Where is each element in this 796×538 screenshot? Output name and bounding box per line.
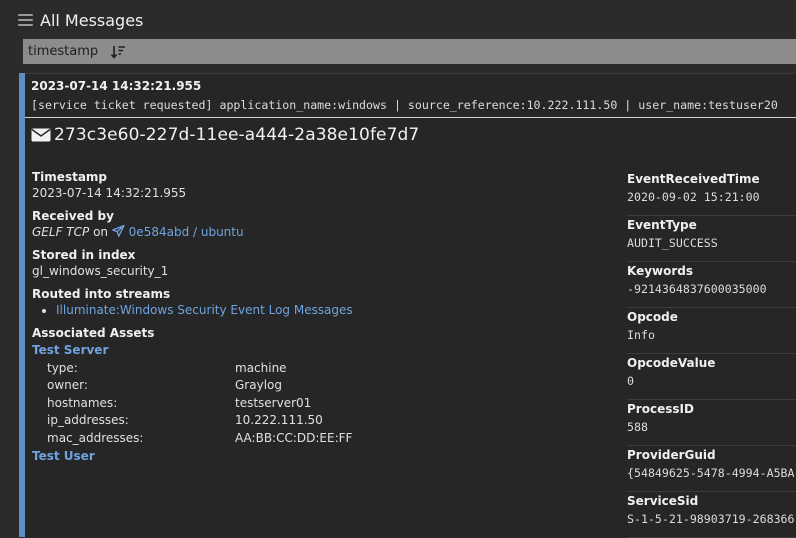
assets-label: Associated Assets bbox=[32, 326, 155, 340]
asset-field-key: hostnames: bbox=[47, 395, 118, 410]
received-by-label: Received by bbox=[32, 209, 114, 223]
field-name: ProcessID bbox=[627, 402, 694, 416]
timestamp-value: 2023-07-14 14:32:21.955 bbox=[32, 186, 187, 200]
message-details: Timestamp 2023-07-14 14:32:21.955 Receiv… bbox=[32, 170, 612, 463]
field-item[interactable]: ServiceSid S-1-5-21-98903719-268366 bbox=[627, 492, 796, 538]
field-value: Info bbox=[627, 328, 655, 342]
sort-field-label[interactable]: timestamp bbox=[28, 44, 98, 59]
field-name: EventReceivedTime bbox=[627, 172, 760, 186]
field-item[interactable]: Opcode Info bbox=[627, 308, 796, 354]
sort-descending-icon[interactable] bbox=[110, 45, 126, 59]
index-value: gl_windows_security_1 bbox=[32, 264, 169, 278]
message-summary-text: [service ticket requested] application_n… bbox=[31, 98, 778, 112]
asset-field-value: Graylog bbox=[235, 378, 282, 393]
field-value: S-1-5-21-98903719-268366 bbox=[627, 512, 795, 526]
field-name: EventType bbox=[627, 218, 697, 232]
asset-field-value: AA:BB:CC:DD:EE:FF bbox=[235, 430, 353, 445]
asset-field-value: testserver01 bbox=[235, 395, 312, 410]
node-link[interactable]: 0e584abd / ubuntu bbox=[129, 225, 244, 239]
asset-fields: type: machine owner: Graylog hostnames: tes… bbox=[47, 359, 612, 447]
field-item[interactable]: OpcodeValue 0 bbox=[627, 354, 796, 400]
index-label: Stored in index bbox=[32, 248, 136, 262]
message-fields: EventReceivedTime 2020-09-02 15:21:00 Eve… bbox=[627, 170, 796, 538]
field-item[interactable]: ProcessID 588 bbox=[627, 400, 796, 446]
field-value: AUDIT_SUCCESS bbox=[627, 236, 718, 250]
streams-label: Routed into streams bbox=[32, 287, 171, 301]
divider bbox=[25, 117, 796, 118]
field-item[interactable]: EventReceivedTime 2020-09-02 15:21:00 bbox=[627, 170, 796, 216]
asset-field-key: mac_addresses: bbox=[47, 430, 144, 445]
asset-field-value: 10.222.111.50 bbox=[235, 413, 323, 428]
field-name: OpcodeValue bbox=[627, 356, 716, 370]
field-value: 2020-09-02 15:21:00 bbox=[627, 190, 760, 204]
asset-link[interactable]: Test User bbox=[32, 449, 612, 463]
field-item[interactable]: Keywords -9214364837600035000 bbox=[627, 262, 796, 308]
field-name: ServiceSid bbox=[627, 494, 699, 508]
asset-field-row: ip_addresses: 10.222.111.50 bbox=[47, 412, 612, 430]
received-by-value: GELF TCP on 0e584abd / ubuntu bbox=[32, 224, 612, 239]
asset-field-row: hostnames: testserver01 bbox=[47, 394, 612, 412]
message-id-heading: 273c3e60-227d-11ee-a444-2a38e10fe7d7 bbox=[31, 125, 419, 145]
page-header: All Messages bbox=[18, 8, 143, 32]
field-value: 0 bbox=[627, 374, 634, 388]
asset-field-row: mac_addresses: AA:BB:CC:DD:EE:FF bbox=[47, 429, 612, 447]
message-id[interactable]: 273c3e60-227d-11ee-a444-2a38e10fe7d7 bbox=[54, 125, 419, 145]
stream-link[interactable]: Illuminate:Windows Security Event Log Me… bbox=[56, 303, 612, 317]
paper-plane-icon bbox=[111, 224, 125, 237]
asset-field-value: machine bbox=[235, 360, 287, 375]
asset-field-key: ip_addresses: bbox=[47, 413, 129, 428]
field-value: {54849625-5478-4994-A5BA bbox=[627, 466, 795, 480]
asset-field-key: type: bbox=[47, 360, 78, 375]
field-value: 588 bbox=[627, 420, 648, 434]
asset-field-row: owner: Graylog bbox=[47, 377, 612, 395]
field-item[interactable]: ProviderGuid {54849625-5478-4994-A5BA bbox=[627, 446, 796, 492]
message-summary-timestamp: 2023-07-14 14:32:21.955 bbox=[31, 79, 202, 93]
field-value: -9214364837600035000 bbox=[627, 282, 767, 296]
hamburger-menu-icon[interactable] bbox=[18, 14, 33, 26]
input-name: GELF TCP bbox=[32, 225, 90, 239]
message-panel: 2023-07-14 14:32:21.955 [service ticket … bbox=[19, 73, 796, 538]
sort-bar: timestamp bbox=[23, 39, 796, 64]
field-name: ProviderGuid bbox=[627, 448, 716, 462]
page-title: All Messages bbox=[40, 10, 144, 30]
asset-link[interactable]: Test Server bbox=[32, 343, 612, 357]
timestamp-label: Timestamp bbox=[32, 170, 108, 184]
field-name: Opcode bbox=[627, 310, 678, 324]
field-name: Keywords bbox=[627, 264, 694, 278]
stream-list: Illuminate:Windows Security Event Log Me… bbox=[32, 303, 612, 317]
received-on-text: on bbox=[93, 225, 109, 239]
asset-field-key: owner: bbox=[47, 378, 88, 393]
envelope-icon bbox=[31, 128, 51, 142]
field-item[interactable]: EventType AUDIT_SUCCESS bbox=[627, 216, 796, 262]
asset-field-row: type: machine bbox=[47, 359, 612, 377]
